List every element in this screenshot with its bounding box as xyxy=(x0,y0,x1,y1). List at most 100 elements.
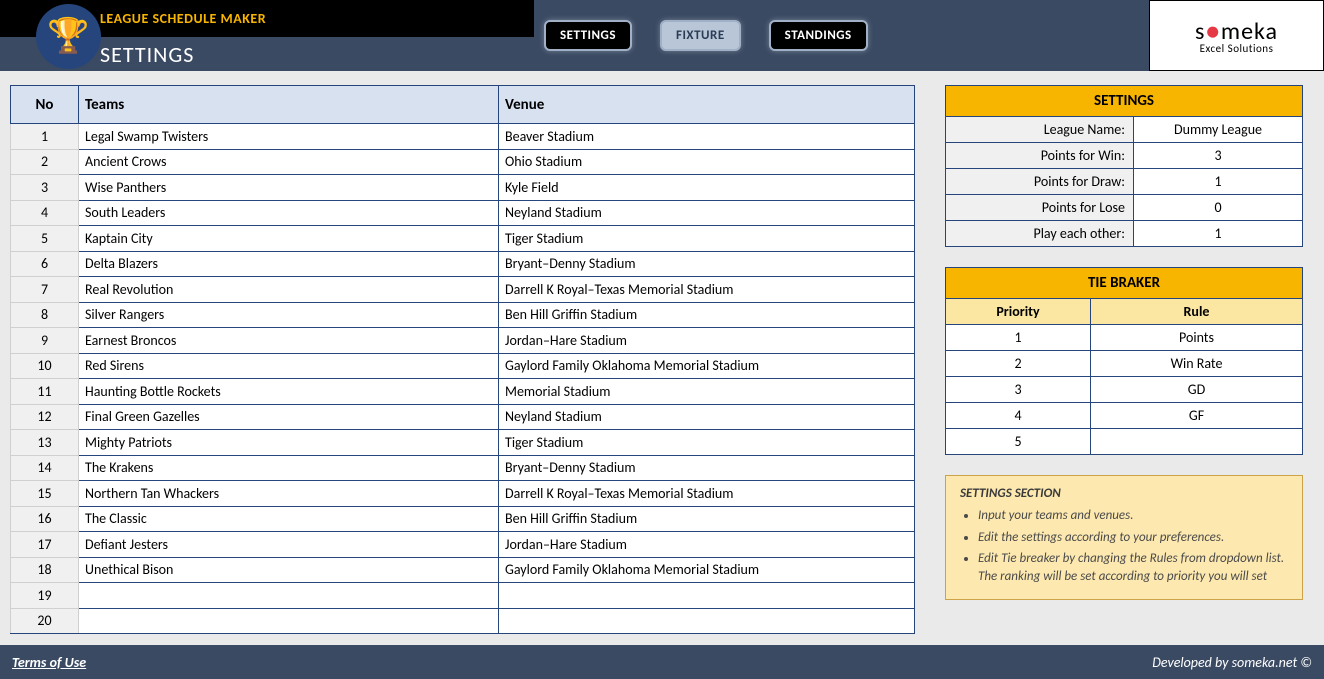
team-cell[interactable]: South Leaders xyxy=(79,200,499,226)
row-no: 10 xyxy=(11,353,79,379)
settings-value[interactable]: 3 xyxy=(1134,143,1302,168)
fixture-button[interactable]: FIXTURE xyxy=(660,20,741,51)
row-no: 9 xyxy=(11,328,79,354)
team-cell[interactable]: Mighty Patriots xyxy=(79,430,499,456)
settings-label: Points for Lose xyxy=(946,195,1134,220)
teams-table: No Teams Venue 1Legal Swamp TwistersBeav… xyxy=(10,85,915,634)
app-title: LEAGUE SCHEDULE MAKER xyxy=(100,10,266,27)
table-row: 9Earnest BroncosJordan–Hare Stadium xyxy=(11,328,915,354)
settings-row: Points for Win:3 xyxy=(946,143,1302,169)
venue-cell[interactable]: Kyle Field xyxy=(499,175,915,201)
row-no: 8 xyxy=(11,302,79,328)
team-cell[interactable]: Final Green Gazelles xyxy=(79,404,499,430)
settings-value[interactable]: Dummy League xyxy=(1134,117,1302,142)
table-row: 20 xyxy=(11,608,915,634)
team-cell[interactable]: Ancient Crows xyxy=(79,149,499,175)
tb-rule[interactable]: GF xyxy=(1091,403,1302,428)
venue-cell[interactable]: Gaylord Family Oklahoma Memorial Stadium xyxy=(499,557,915,583)
brand-logo: s●meka Excel Solutions xyxy=(1149,0,1324,71)
tb-row: 3GD xyxy=(946,377,1302,403)
tb-col-rule: Rule xyxy=(1091,299,1302,324)
tiebreaker-panel-title: TIE BRAKER xyxy=(946,268,1302,299)
tb-priority: 1 xyxy=(946,325,1091,350)
trophy-icon: 🏆 xyxy=(47,16,89,57)
venue-cell[interactable]: Neyland Stadium xyxy=(499,404,915,430)
table-row: 6Delta BlazersBryant–Denny Stadium xyxy=(11,251,915,277)
settings-label: League Name: xyxy=(946,117,1134,142)
team-cell[interactable]: Silver Rangers xyxy=(79,302,499,328)
settings-value[interactable]: 1 xyxy=(1134,169,1302,194)
tb-rule[interactable] xyxy=(1091,429,1302,454)
team-cell[interactable]: Legal Swamp Twisters xyxy=(79,124,499,150)
footer: Terms of Use Developed by someka.net © xyxy=(0,645,1324,679)
tb-rule[interactable]: Win Rate xyxy=(1091,351,1302,376)
settings-button[interactable]: SETTINGS xyxy=(544,20,632,51)
row-no: 11 xyxy=(11,379,79,405)
nav-bar: SETTINGS FIXTURE STANDINGS xyxy=(534,0,1149,71)
team-cell[interactable]: Real Revolution xyxy=(79,277,499,303)
table-row: 10Red SirensGaylord Family Oklahoma Memo… xyxy=(11,353,915,379)
venue-cell[interactable]: Beaver Stadium xyxy=(499,124,915,150)
settings-row: Points for Draw:1 xyxy=(946,169,1302,195)
table-row: 13Mighty PatriotsTiger Stadium xyxy=(11,430,915,456)
team-cell[interactable]: Earnest Broncos xyxy=(79,328,499,354)
help-item: Input your teams and venues. xyxy=(978,507,1288,525)
venue-cell[interactable]: Gaylord Family Oklahoma Memorial Stadium xyxy=(499,353,915,379)
tb-priority: 4 xyxy=(946,403,1091,428)
row-no: 19 xyxy=(11,583,79,609)
tb-priority: 5 xyxy=(946,429,1091,454)
venue-cell[interactable]: Neyland Stadium xyxy=(499,200,915,226)
table-row: 12Final Green GazellesNeyland Stadium xyxy=(11,404,915,430)
table-row: 5Kaptain CityTiger Stadium xyxy=(11,226,915,252)
row-no: 14 xyxy=(11,455,79,481)
col-no: No xyxy=(11,86,79,124)
venue-cell[interactable]: Tiger Stadium xyxy=(499,430,915,456)
venue-cell[interactable]: Memorial Stadium xyxy=(499,379,915,405)
team-cell[interactable]: Red Sirens xyxy=(79,353,499,379)
venue-cell[interactable]: Jordan–Hare Stadium xyxy=(499,328,915,354)
venue-cell[interactable]: Jordan–Hare Stadium xyxy=(499,532,915,558)
row-no: 4 xyxy=(11,200,79,226)
team-cell[interactable]: Unethical Bison xyxy=(79,557,499,583)
settings-row: Play each other:1 xyxy=(946,221,1302,246)
venue-cell[interactable]: Ben Hill Griffin Stadium xyxy=(499,302,915,328)
footer-dev: Developed by someka.net © xyxy=(1152,654,1312,671)
tb-rule[interactable]: GD xyxy=(1091,377,1302,402)
tiebreaker-panel: TIE BRAKER Priority Rule 1Points2Win Rat… xyxy=(945,267,1303,455)
table-row: 7Real RevolutionDarrell K Royal–Texas Me… xyxy=(11,277,915,303)
team-cell[interactable]: Delta Blazers xyxy=(79,251,499,277)
venue-cell[interactable]: Bryant–Denny Stadium xyxy=(499,251,915,277)
team-cell[interactable]: Northern Tan Whackers xyxy=(79,481,499,507)
venue-cell[interactable]: Bryant–Denny Stadium xyxy=(499,455,915,481)
settings-value[interactable]: 0 xyxy=(1134,195,1302,220)
team-cell[interactable]: Defiant Jesters xyxy=(79,532,499,558)
team-cell[interactable]: Kaptain City xyxy=(79,226,499,252)
table-row: 16The ClassicBen Hill Griffin Stadium xyxy=(11,506,915,532)
table-row: 8Silver RangersBen Hill Griffin Stadium xyxy=(11,302,915,328)
venue-cell[interactable] xyxy=(499,583,915,609)
row-no: 18 xyxy=(11,557,79,583)
help-item: Edit the settings according to your pref… xyxy=(978,529,1288,547)
table-row: 15Northern Tan WhackersDarrell K Royal–T… xyxy=(11,481,915,507)
venue-cell[interactable] xyxy=(499,608,915,634)
team-cell[interactable]: Haunting Bottle Rockets xyxy=(79,379,499,405)
tb-row: 4GF xyxy=(946,403,1302,429)
venue-cell[interactable]: Ben Hill Griffin Stadium xyxy=(499,506,915,532)
settings-value[interactable]: 1 xyxy=(1134,221,1302,246)
logo-subtext: Excel Solutions xyxy=(1200,42,1274,55)
venue-cell[interactable]: Darrell K Royal–Texas Memorial Stadium xyxy=(499,481,915,507)
standings-button[interactable]: STANDINGS xyxy=(769,20,868,51)
terms-link[interactable]: Terms of Use xyxy=(12,654,86,671)
venue-cell[interactable]: Darrell K Royal–Texas Memorial Stadium xyxy=(499,277,915,303)
venue-cell[interactable]: Tiger Stadium xyxy=(499,226,915,252)
team-cell[interactable] xyxy=(79,583,499,609)
team-cell[interactable]: The Classic xyxy=(79,506,499,532)
tb-rule[interactable]: Points xyxy=(1091,325,1302,350)
team-cell[interactable]: The Krakens xyxy=(79,455,499,481)
row-no: 6 xyxy=(11,251,79,277)
row-no: 17 xyxy=(11,532,79,558)
team-cell[interactable]: Wise Panthers xyxy=(79,175,499,201)
team-cell[interactable] xyxy=(79,608,499,634)
venue-cell[interactable]: Ohio Stadium xyxy=(499,149,915,175)
settings-panel: SETTINGS League Name:Dummy LeaguePoints … xyxy=(945,85,1303,247)
